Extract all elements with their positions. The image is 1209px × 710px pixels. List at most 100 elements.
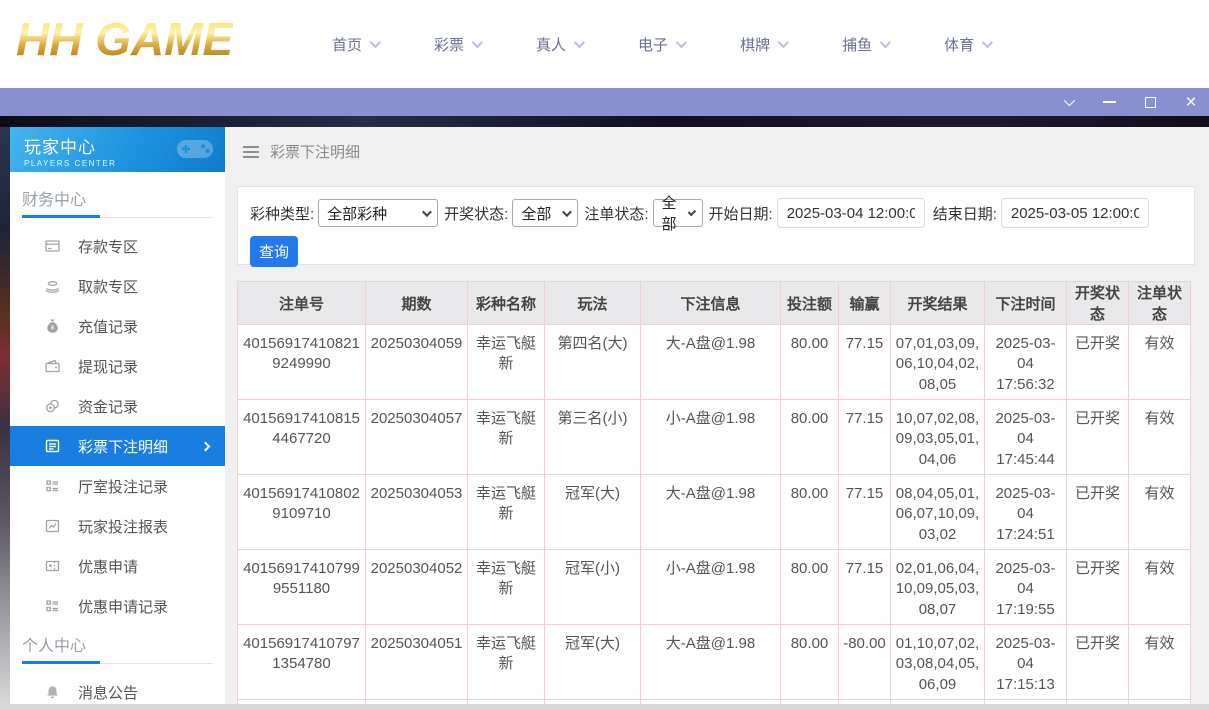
- bet-list-icon: [44, 438, 61, 454]
- cell-order-status: 有效: [1129, 325, 1191, 400]
- end-date-input[interactable]: [1001, 198, 1149, 228]
- sidebar-item-promo-apply[interactable]: 优惠申请: [10, 546, 225, 586]
- table-row: 401569174108219249990 20250304059 幸运飞艇新 …: [238, 325, 1191, 400]
- start-date-label: 开始日期:: [709, 203, 773, 224]
- filter-panel: 彩种类型: 全部彩种 开奖状态: 全部 注单状态: 全部 开始日期: 结束日期:…: [237, 186, 1195, 265]
- col-header: 下注信息: [641, 282, 781, 325]
- sidebar-item-fund-records[interactable]: 资金记录: [10, 386, 225, 426]
- bell-icon: [44, 684, 61, 700]
- maximize-icon[interactable]: [1138, 91, 1162, 113]
- chevron-down-icon[interactable]: [1056, 91, 1080, 113]
- close-icon[interactable]: ×: [1179, 91, 1203, 113]
- sidebar-item-label: 取款专区: [78, 276, 138, 297]
- coupon-records-icon: [44, 598, 61, 614]
- coins-icon: [44, 398, 61, 414]
- cell-bet-amount: 80.00: [781, 625, 839, 700]
- bet-table: 注单号 期数 彩种名称 玩法 下注信息 投注额 输赢 开奖结果 下注时间 开奖状…: [237, 281, 1191, 704]
- table-header-row: 注单号 期数 彩种名称 玩法 下注信息 投注额 输赢 开奖结果 下注时间 开奖状…: [238, 282, 1191, 325]
- sidebar-item-label: 彩票下注明细: [78, 436, 168, 457]
- table-row: 401569174107971354780 20250304051 幸运飞艇新 …: [238, 625, 1191, 700]
- nav-item-live[interactable]: 真人: [536, 34, 582, 55]
- sidebar-item-player-bet-report[interactable]: 玩家投注报表: [10, 506, 225, 546]
- sidebar-item-withdraw[interactable]: 取款专区: [10, 266, 225, 306]
- cell-play-type: 第三名(小): [545, 400, 641, 475]
- sidebar-item-promo-apply-records[interactable]: 优惠申请记录: [10, 586, 225, 626]
- cell-order-id: 401569174108219249990: [238, 325, 366, 400]
- cell-draw-result: 01,10,07,02,03,08,04,05,06,09: [891, 625, 985, 700]
- sidebar-item-recharge-records[interactable]: ¥ 充值记录: [10, 306, 225, 346]
- query-button[interactable]: 查询: [250, 236, 298, 267]
- sidebar-item-lottery-bet-details[interactable]: 彩票下注明细: [10, 426, 225, 466]
- cell-period: 20250304052: [366, 550, 468, 625]
- cell-draw-status: 已开奖: [1067, 325, 1129, 400]
- window-bottom-edge: [0, 704, 1209, 710]
- cell-draw-status: 已开奖: [1067, 550, 1129, 625]
- cell-draw-status: 已开奖: [1067, 625, 1129, 700]
- bet-table-wrap: 注单号 期数 彩种名称 玩法 下注信息 投注额 输赢 开奖结果 下注时间 开奖状…: [237, 281, 1190, 704]
- cell-draw-result: 02,01,06,04,10,09,05,03,08,07: [891, 550, 985, 625]
- draw-status-select[interactable]: 全部: [512, 199, 578, 227]
- nav-item-slots[interactable]: 电子: [638, 34, 684, 55]
- sidebar-item-deposit[interactable]: 存款专区: [10, 226, 225, 266]
- chevron-down-icon: [880, 37, 891, 48]
- moneybag-icon: ¥: [44, 318, 61, 334]
- cell-bet-amount: 80.00: [781, 550, 839, 625]
- nav-item-fishing[interactable]: 捕鱼: [842, 34, 888, 55]
- lottery-type-value: 全部彩种: [327, 203, 387, 224]
- sidebar-item-label: 玩家投注报表: [78, 516, 168, 537]
- cell-bet-info: 小-A盘@1.98: [641, 550, 781, 625]
- sidebar-section-finance: 财务中心: [22, 186, 213, 208]
- nav-label: 体育: [944, 34, 974, 55]
- sidebar-item-room-bet-records[interactable]: 厅室投注记录: [10, 466, 225, 506]
- cell-win-loss: 77.15: [839, 400, 891, 475]
- chevron-down-icon: [370, 37, 381, 48]
- table-row: 401569174108154467720 20250304057 幸运飞艇新 …: [238, 400, 1191, 475]
- order-status-select[interactable]: 全部: [653, 199, 703, 227]
- cell-bet-amount: 80.00: [781, 400, 839, 475]
- nav-item-boardgames[interactable]: 棋牌: [740, 34, 786, 55]
- lottery-type-select[interactable]: 全部彩种: [318, 199, 438, 227]
- breadcrumb: 彩票下注明细: [243, 141, 360, 162]
- col-header: 彩种名称: [468, 282, 545, 325]
- nav-label: 电子: [638, 34, 668, 55]
- cell-lottery-name: 幸运飞艇新: [468, 625, 545, 700]
- site-logo[interactable]: HH GAME: [16, 12, 233, 66]
- col-header: 注单号: [238, 282, 366, 325]
- cell-order-status: 有效: [1129, 475, 1191, 550]
- wallet-icon: [44, 358, 61, 374]
- col-header: 输赢: [839, 282, 891, 325]
- chevron-down-icon: [562, 207, 572, 217]
- nav-label: 捕鱼: [842, 34, 872, 55]
- table-row: 401569174107999551180 20250304052 幸运飞艇新 …: [238, 550, 1191, 625]
- minimize-icon[interactable]: [1097, 91, 1121, 113]
- draw-status-value: 全部: [521, 203, 551, 224]
- hamburger-icon[interactable]: [243, 146, 259, 158]
- nav-item-home[interactable]: 首页: [332, 34, 378, 55]
- sidebar-item-label: 优惠申请记录: [78, 596, 168, 617]
- site-header: HH GAME 首页 彩票 真人 电子 棋牌 捕鱼 体育: [0, 0, 1209, 88]
- sidebar-item-messages[interactable]: 消息公告: [10, 672, 225, 704]
- cell-play-type: 冠军(大): [545, 475, 641, 550]
- cell-draw-status: 已开奖: [1067, 400, 1129, 475]
- cell-bet-info: 小-A盘@1.98: [641, 400, 781, 475]
- cell-period: 20250304057: [366, 400, 468, 475]
- cell-bet-info: 大-A盘@1.98: [641, 625, 781, 700]
- chevron-down-icon: [422, 207, 432, 217]
- section-underline: [22, 663, 213, 664]
- nav-item-lottery[interactable]: 彩票: [434, 34, 480, 55]
- section-underline: [22, 217, 213, 218]
- cell-win-loss: -80.00: [839, 625, 891, 700]
- cell-win-loss: 77.15: [839, 325, 891, 400]
- start-date-input[interactable]: [777, 198, 925, 228]
- nav-label: 首页: [332, 34, 362, 55]
- order-status-value: 全部: [662, 192, 681, 234]
- cell-bet-time: 2025-03-04 17:45:44: [985, 400, 1067, 475]
- cell-lottery-name: 幸运飞艇新: [468, 400, 545, 475]
- nav-item-sports[interactable]: 体育: [944, 34, 990, 55]
- cell-draw-result: 10,07,02,08,09,03,05,01,04,06: [891, 400, 985, 475]
- sidebar-section-personal: 个人中心: [22, 632, 213, 654]
- col-header: 开奖结果: [891, 282, 985, 325]
- cell-order-status: 有效: [1129, 550, 1191, 625]
- sidebar-item-withdrawal-records[interactable]: 提现记录: [10, 346, 225, 386]
- col-header: 开奖状态: [1067, 282, 1129, 325]
